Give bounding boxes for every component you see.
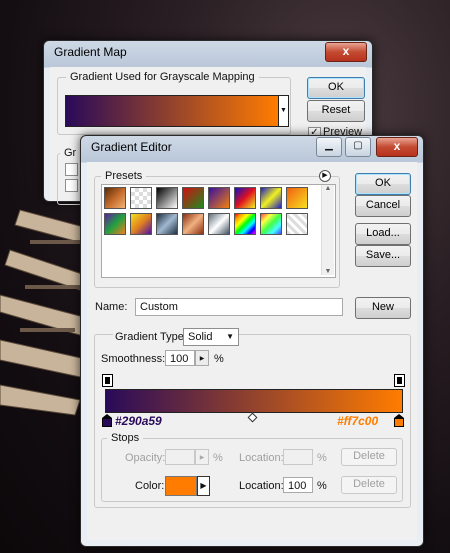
color-location-field[interactable]: 100 xyxy=(283,477,313,493)
color-location-label: Location: xyxy=(239,480,284,492)
gradient-dropdown-arrow-icon[interactable]: ▼ xyxy=(278,95,289,127)
gradient-type-select[interactable]: Solid ▼ xyxy=(183,328,239,346)
gradient-type-value: Solid xyxy=(188,331,213,343)
opacity-label: Opacity: xyxy=(125,452,166,464)
name-field[interactable]: Custom xyxy=(135,298,343,316)
minimize-button[interactable]: ▁ xyxy=(316,137,342,157)
opacity-stop-right-icon[interactable] xyxy=(394,374,405,387)
preset-swatch-steel-blue[interactable] xyxy=(156,213,178,235)
load-button[interactable]: Load... xyxy=(355,223,411,245)
color-stop-left-icon[interactable] xyxy=(102,414,112,427)
reverse-checkbox[interactable] xyxy=(65,179,78,192)
presets-menu-icon[interactable]: ▶ xyxy=(319,170,331,182)
maximize-icon: ▢ xyxy=(353,140,363,151)
delete-color-stop-button: Delete xyxy=(341,476,397,494)
preset-swatch-blue-red-yellow[interactable] xyxy=(234,187,256,209)
gradient-editor-close-button[interactable]: x xyxy=(376,137,418,157)
stops-label: Stops xyxy=(107,432,144,444)
editor-cancel-button[interactable]: Cancel xyxy=(355,195,411,217)
preset-swatch-yellow-violet[interactable] xyxy=(130,213,152,235)
opacity-location-field xyxy=(283,449,313,465)
opacity-stepper-icon: ▶ xyxy=(195,449,209,465)
gradient-bar[interactable] xyxy=(105,389,403,413)
opacity-stop-left-icon[interactable] xyxy=(102,374,113,387)
gradient-options-label: Gr xyxy=(60,147,81,159)
smoothness-label: Smoothness: xyxy=(101,353,166,365)
gradient-type-chevron-down-icon: ▼ xyxy=(226,332,234,341)
preset-swatch-transparent-checker[interactable] xyxy=(130,187,152,209)
left-color-hex: #290a59 xyxy=(115,414,162,428)
scroll-up-icon[interactable]: ▲ xyxy=(322,185,334,192)
new-button[interactable]: New xyxy=(355,297,411,319)
save-button[interactable]: Save... xyxy=(355,245,411,267)
preset-swatch-violet-orange[interactable] xyxy=(208,187,230,209)
name-label: Name: xyxy=(95,301,128,313)
opacity-field xyxy=(165,449,195,465)
gradient-editor-title: Gradient Editor xyxy=(91,140,172,154)
gradient-map-preview-bar[interactable] xyxy=(65,95,279,127)
preset-swatch-orange-yellow[interactable] xyxy=(286,187,308,209)
gradient-map-close-button[interactable]: x xyxy=(325,42,367,62)
preset-swatch-red-green[interactable] xyxy=(182,187,204,209)
gradient-map-reset-button[interactable]: Reset xyxy=(307,100,365,122)
preset-swatch-transparent-stripes[interactable] xyxy=(286,213,308,235)
presets-label: Presets xyxy=(101,170,147,182)
preset-swatch-spectrum[interactable] xyxy=(234,213,256,235)
color-stop-right-icon[interactable] xyxy=(394,414,404,427)
maximize-button[interactable]: ▢ xyxy=(345,137,371,157)
right-color-hex: #ff7c00 xyxy=(337,414,379,428)
preset-swatch-orange-brown[interactable] xyxy=(104,187,126,209)
color-swatch[interactable] xyxy=(165,476,197,496)
smoothness-stepper-icon[interactable]: ▶ xyxy=(195,350,209,366)
gradient-map-title: Gradient Map xyxy=(54,45,127,59)
dither-checkbox[interactable] xyxy=(65,163,78,176)
preset-swatch-copper[interactable] xyxy=(182,213,204,235)
color-menu-arrow-icon[interactable]: ▶ xyxy=(197,476,210,496)
grayscale-mapping-label: Gradient Used for Grayscale Mapping xyxy=(66,71,259,83)
gradient-type-label: Gradient Type: xyxy=(113,331,189,343)
opacity-location-label: Location: xyxy=(239,452,284,464)
preset-swatch-chrome[interactable] xyxy=(208,213,230,235)
color-label: Color: xyxy=(135,480,165,492)
preset-swatch-violet-green-orange[interactable] xyxy=(104,213,126,235)
preset-grid xyxy=(104,187,314,239)
opacity-unit: % xyxy=(213,452,223,464)
smoothness-field[interactable]: 100 xyxy=(165,350,195,366)
preset-swatch-black-white[interactable] xyxy=(156,187,178,209)
color-location-unit: % xyxy=(317,480,327,492)
delete-opacity-stop-button: Delete xyxy=(341,448,397,466)
gradient-editor-window: Gradient Editor ▁ ▢ x Presets ▶ ▲ ▼ OK C… xyxy=(80,135,424,547)
opacity-location-unit: % xyxy=(317,452,327,464)
presets-scrollbar[interactable]: ▲ ▼ xyxy=(321,185,334,275)
minimize-icon: ▁ xyxy=(325,140,333,151)
gradient-map-ok-button[interactable]: OK xyxy=(307,77,365,99)
editor-ok-button[interactable]: OK xyxy=(355,173,411,195)
smoothness-unit: % xyxy=(214,353,224,365)
preset-swatch-blue-yellow-blue[interactable] xyxy=(260,187,282,209)
preset-swatch-transparent-rainbow[interactable] xyxy=(260,213,282,235)
scroll-down-icon[interactable]: ▼ xyxy=(322,268,334,275)
gradient-editor-client: Presets ▶ ▲ ▼ OK Cancel Load... Save... … xyxy=(87,162,417,540)
